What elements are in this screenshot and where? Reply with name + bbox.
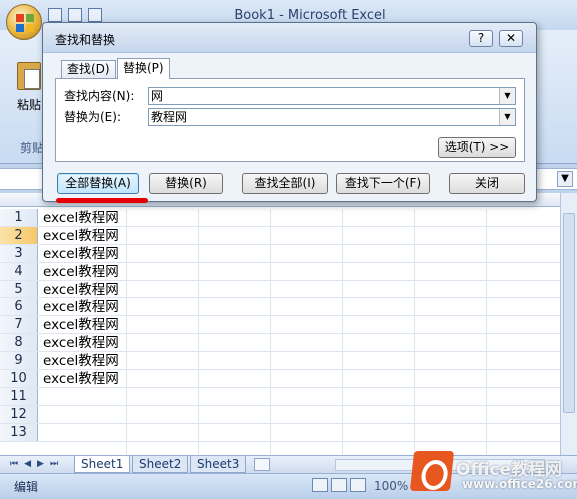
scrollbar-thumb[interactable] [563,213,575,413]
normal-view-icon[interactable] [312,478,328,492]
cell[interactable]: excel教程网 [43,316,119,334]
replace-panel: 查找内容(N): 网 ▼ 替换为(E): 教程网 ▼ 选项(T) >> [55,78,525,162]
highlight-underline [56,198,148,203]
table-row: 7 excel教程网 [0,316,560,335]
table-row: 3 excel教程网 [0,244,560,263]
prev-sheet-icon[interactable]: ◀ [24,459,31,469]
close-button[interactable]: 关闭 [449,173,525,194]
next-sheet-icon[interactable]: ▶ [37,459,44,469]
close-icon[interactable]: ✕ [499,30,523,47]
paste-icon [17,62,41,90]
expand-formula-bar-icon[interactable]: ▼ [557,171,573,187]
options-button[interactable]: 选项(T) >> [438,137,516,158]
office-button[interactable] [6,4,42,40]
row-number[interactable]: 12 [0,405,38,423]
row-number[interactable]: 5 [0,280,38,298]
clipboard-group-label: 剪贴 [20,141,45,155]
ribbon-right-controls [543,66,573,166]
undo-icon[interactable] [68,8,82,22]
find-all-button[interactable]: 查找全部(I) [242,173,328,194]
row-number[interactable]: 8 [0,334,38,352]
status-mode: 编辑 [14,480,39,494]
cell[interactable]: excel教程网 [43,281,119,299]
table-row: 5 excel教程网 [0,280,560,299]
vertical-scrollbar[interactable] [560,193,577,455]
watermark-url: www.office26.com [462,477,577,491]
page-break-icon[interactable] [350,478,366,492]
table-row: 4 excel教程网 [0,262,560,281]
row-number[interactable]: 2 [0,226,38,244]
dialog-titlebar[interactable]: 查找和替换 ? ✕ [43,23,536,53]
page-layout-icon[interactable] [331,478,347,492]
row-number[interactable]: 3 [0,244,38,262]
find-value: 网 [151,89,164,103]
table-row: 10 excel教程网 [0,370,560,388]
row-number[interactable]: 6 [0,298,38,316]
paste-button[interactable]: 粘贴 [14,62,44,122]
row-number[interactable]: 10 [0,370,38,387]
tab-replace[interactable]: 替换(P) [117,58,170,79]
worksheet-grid[interactable]: 1 excel教程网 2 excel教程网 3 excel教程网 4 excel教程网 … [0,193,577,459]
redo-icon[interactable] [88,8,102,22]
office-watermark-icon [409,451,455,491]
first-sheet-icon[interactable]: ⏮ [10,459,18,469]
replace-all-button[interactable]: 全部替换(A) [57,173,139,194]
row-number[interactable]: 4 [0,262,38,280]
replace-input[interactable]: 教程网 ▼ [148,108,516,126]
table-row: 8 excel教程网 [0,334,560,353]
replace-button[interactable]: 替换(R) [149,173,223,194]
row-number[interactable]: 7 [0,316,38,334]
find-label: 查找内容(N): [64,89,135,103]
cell[interactable]: excel教程网 [43,209,119,227]
replace-value: 教程网 [151,110,188,124]
cell[interactable]: excel教程网 [43,352,119,370]
dialog-title: 查找和替换 [55,33,116,47]
zoom-level[interactable]: 100% [374,479,408,493]
row-number[interactable]: 1 [0,209,38,226]
paste-label: 粘贴 [16,98,41,112]
table-row: 13 [0,423,560,442]
find-next-button[interactable]: 查找下一个(F) [336,173,430,194]
help-button[interactable]: ? [469,30,493,47]
find-replace-dialog: 查找和替换 ? ✕ 查找(D) 替换(P) 查找内容(N): 网 ▼ 替换为(E… [42,22,537,202]
row-number[interactable]: 9 [0,352,38,370]
cell[interactable]: excel教程网 [43,263,119,281]
table-row: 1 excel教程网 [0,209,560,227]
sheet-tab-1[interactable]: Sheet1 [74,456,131,473]
table-row: 9 excel教程网 [0,352,560,371]
sheet-tab-3[interactable]: Sheet3 [190,456,247,473]
cell[interactable]: excel教程网 [43,245,119,263]
row-number[interactable]: 13 [0,423,38,441]
rows: 1 excel教程网 2 excel教程网 3 excel教程网 4 excel教程网 … [0,209,560,442]
row-number[interactable]: 11 [0,387,38,405]
cell[interactable]: excel教程网 [43,298,119,316]
table-row: 11 [0,387,560,406]
last-sheet-icon[interactable]: ⏭ [50,459,58,469]
insert-sheet-icon[interactable] [254,458,270,471]
table-row: 12 [0,405,560,424]
window-title: Book1 - Microsoft Excel [234,8,386,23]
tab-find[interactable]: 查找(D) [61,60,116,78]
cell[interactable]: excel教程网 [43,370,119,388]
save-icon[interactable] [48,8,62,22]
sheet-tab-2[interactable]: Sheet2 [132,456,189,473]
office-logo-icon [16,14,34,32]
sheet-nav: ⏮ ◀ ▶ ⏭ [10,459,58,469]
chevron-down-icon[interactable]: ▼ [499,88,515,104]
cell-selected[interactable]: excel教程网 [43,227,119,245]
replace-label: 替换为(E): [64,110,121,124]
chevron-down-icon[interactable]: ▼ [499,109,515,125]
view-buttons [312,478,366,492]
table-row: 6 excel教程网 [0,298,560,317]
table-row: 2 excel教程网 [0,226,560,245]
cell[interactable]: excel教程网 [43,334,119,352]
watermark: Office教程网 www.office26.com [409,449,577,499]
find-input[interactable]: 网 ▼ [148,87,516,105]
